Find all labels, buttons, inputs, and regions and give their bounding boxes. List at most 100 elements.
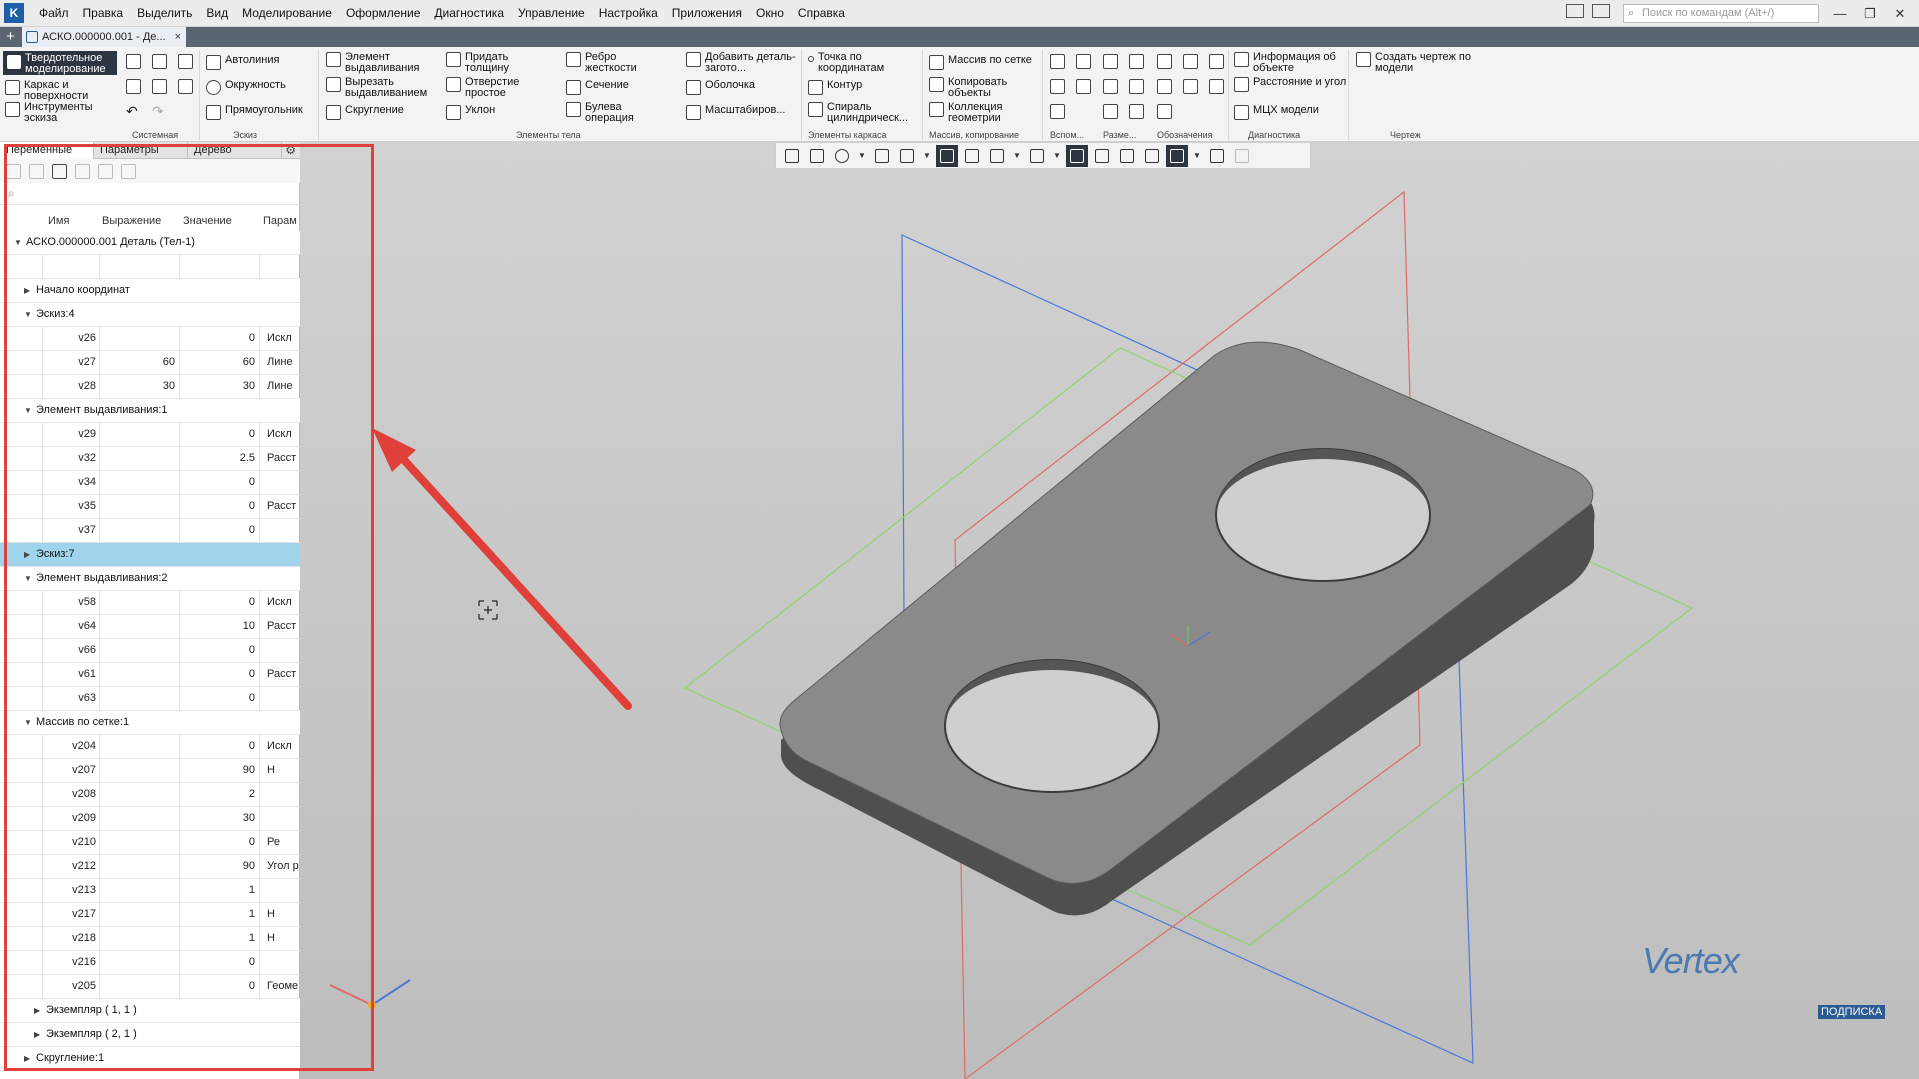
table-row[interactable]: v218 1 Н <box>0 927 300 951</box>
expand-down-icon[interactable]: ▼ <box>24 303 32 326</box>
menu-file[interactable]: Файл <box>32 0 76 27</box>
var-name-cell[interactable]: v37 <box>42 519 100 542</box>
var-value-cell[interactable]: 0 <box>180 591 260 614</box>
rectangle-button[interactable]: Прямоугольник <box>206 105 303 120</box>
var-expression-cell[interactable] <box>100 591 180 614</box>
layout-split-icon[interactable] <box>1592 4 1610 18</box>
var-value-cell[interactable]: 0 <box>180 471 260 494</box>
restore-icon[interactable]: ❐ <box>1855 0 1885 27</box>
table-row[interactable]: v207 90 Н <box>0 759 300 783</box>
table-icon[interactable] <box>52 163 67 179</box>
var-value-cell[interactable]: 90 <box>180 855 260 878</box>
autoline-button[interactable]: Автолиния <box>206 55 279 70</box>
empty-row[interactable] <box>0 255 300 279</box>
save-all-icon[interactable] <box>178 79 193 94</box>
tree-group-row[interactable]: ▼ Элемент выдавливания:1 <box>0 399 300 423</box>
var-expression-cell[interactable] <box>100 735 180 758</box>
menu-edit[interactable]: Правка <box>76 0 131 27</box>
expand-down-icon[interactable]: ▼ <box>24 399 32 422</box>
rib-button[interactable]: Ребро жесткости <box>566 52 666 74</box>
table-row[interactable]: v217 1 Н <box>0 903 300 927</box>
var-name-cell[interactable]: v218 <box>42 927 100 950</box>
close-tab-icon[interactable]: × <box>175 27 181 47</box>
var-expression-cell[interactable] <box>100 903 180 926</box>
menu-apps[interactable]: Приложения <box>665 0 749 27</box>
var-value-cell[interactable]: 1 <box>180 879 260 902</box>
table-row[interactable]: v34 0 <box>0 471 300 495</box>
table-row[interactable]: v212 90 Угол р <box>0 855 300 879</box>
table-row[interactable]: v29 0 Искл <box>0 423 300 447</box>
var-name-cell[interactable]: v64 <box>42 615 100 638</box>
section-button[interactable]: Сечение <box>566 80 629 95</box>
var-expression-cell[interactable] <box>100 495 180 518</box>
create-drawing-button[interactable]: Создать чертеж по модели <box>1356 52 1476 74</box>
move-up-icon[interactable] <box>98 163 113 179</box>
var-value-cell[interactable]: 2 <box>180 783 260 806</box>
mode-solid-modeling[interactable]: Твердотельное моделирование <box>3 51 117 75</box>
var-value-cell[interactable]: 1 <box>180 903 260 926</box>
mode-surfaces[interactable]: Каркас и поверхности <box>5 80 117 102</box>
var-expression-cell[interactable] <box>100 663 180 686</box>
var-name-cell[interactable]: v212 <box>42 855 100 878</box>
roughness-icon[interactable] <box>1157 54 1172 69</box>
layout-single-icon[interactable] <box>1566 4 1584 18</box>
var-value-cell[interactable]: 60 <box>180 351 260 374</box>
extrude-button[interactable]: Элемент выдавливания <box>326 52 436 74</box>
table-row[interactable]: v61 0 Расст <box>0 663 300 687</box>
col-param[interactable]: Парам <box>263 211 297 231</box>
var-expression-cell[interactable] <box>100 975 180 998</box>
var-name-cell[interactable]: v63 <box>42 687 100 710</box>
open-folder-icon[interactable] <box>152 54 167 69</box>
add-blank-button[interactable]: Добавить деталь-загото... <box>686 52 798 74</box>
3d-viewport[interactable] <box>300 142 1919 1079</box>
menu-format[interactable]: Оформление <box>339 0 427 27</box>
var-name-cell[interactable]: v27 <box>42 351 100 374</box>
mode-sketch-tools[interactable]: Инструменты эскиза <box>5 102 117 124</box>
camera-button[interactable] <box>1026 145 1048 167</box>
expand-right-icon[interactable]: ▶ <box>24 279 30 302</box>
table-row[interactable]: v66 0 <box>0 639 300 663</box>
table-row[interactable]: v213 1 <box>0 879 300 903</box>
menu-diagnostics[interactable]: Диагностика <box>427 0 511 27</box>
var-name-cell[interactable]: v217 <box>42 903 100 926</box>
var-expression-cell[interactable] <box>100 783 180 806</box>
var-expression-cell[interactable] <box>100 927 180 950</box>
draft-button[interactable]: Уклон <box>446 105 495 120</box>
var-expression-cell[interactable] <box>100 615 180 638</box>
point-by-coords-button[interactable]: Точка по координатам <box>808 52 918 74</box>
wireframe-button[interactable] <box>961 145 983 167</box>
link-icon[interactable] <box>75 163 90 179</box>
filter-button[interactable] <box>1166 144 1188 167</box>
table-row[interactable]: v204 0 Искл <box>0 735 300 759</box>
var-value-cell[interactable]: 2.5 <box>180 447 260 470</box>
menu-modeling[interactable]: Моделирование <box>235 0 339 27</box>
tree-group-row[interactable]: ▼ Эскиз:4 <box>0 303 300 327</box>
distance-angle-button[interactable]: Расстояние и угол <box>1234 77 1352 92</box>
preview-icon[interactable] <box>152 79 167 94</box>
expand-right-icon[interactable]: ▶ <box>24 1047 30 1070</box>
var-name-cell[interactable]: v66 <box>42 639 100 662</box>
var-value-cell[interactable]: 0 <box>180 687 260 710</box>
panel-search-input[interactable]: ⌕ <box>0 183 300 205</box>
table-row[interactable]: v28 30 30 Лине <box>0 375 300 399</box>
table-row[interactable]: v208 2 <box>0 783 300 807</box>
display-button[interactable] <box>1141 145 1163 167</box>
expand-right-icon[interactable]: ▶ <box>34 1023 40 1046</box>
minimize-icon[interactable]: — <box>1825 0 1855 27</box>
tree-group-row[interactable]: ▶ Экземпляр ( 2, 1 ) <box>0 1023 300 1047</box>
chamfer-size-icon[interactable] <box>1129 104 1144 119</box>
auto-size-icon[interactable] <box>1103 104 1118 119</box>
hole-button[interactable]: Отверстие простое <box>446 77 546 99</box>
menu-select[interactable]: Выделить <box>130 0 199 27</box>
var-expression-cell[interactable] <box>100 255 180 278</box>
var-expression-cell[interactable]: 30 <box>100 375 180 398</box>
save-icon[interactable] <box>178 54 193 69</box>
var-name-cell[interactable]: v34 <box>42 471 100 494</box>
tab-variables[interactable]: Переменные <box>0 142 94 159</box>
var-expression-cell[interactable] <box>100 855 180 878</box>
var-name-cell[interactable]: v35 <box>42 495 100 518</box>
expand-right-icon[interactable]: ▶ <box>34 999 40 1022</box>
weld-icon[interactable] <box>1209 79 1224 94</box>
tab-document[interactable]: АСКО.000000.001 - Де... × <box>22 27 186 47</box>
move-down-icon[interactable] <box>121 163 136 179</box>
